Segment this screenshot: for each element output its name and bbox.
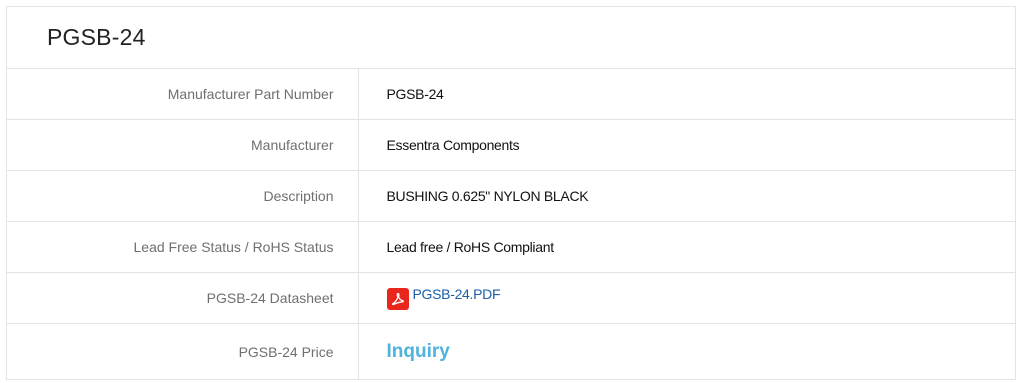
page-title: PGSB-24 (7, 7, 1015, 69)
table-row: Lead Free Status / RoHS Status Lead free… (7, 221, 1015, 273)
row-label: Description (7, 170, 359, 222)
datasheet-cell: PGSB-24.PDF (358, 272, 1015, 324)
table-row: Description BUSHING 0.625" NYLON BLACK (7, 170, 1015, 222)
datasheet-link-group[interactable]: PGSB-24.PDF (386, 283, 501, 310)
inquiry-link[interactable]: Inquiry (387, 341, 450, 362)
row-label: Manufacturer (7, 119, 359, 171)
table-row: Manufacturer Essentra Components (7, 119, 1015, 171)
row-label: Lead Free Status / RoHS Status (7, 221, 359, 273)
table-row: PGSB-24 Price Inquiry (7, 323, 1015, 381)
row-label: PGSB-24 Price (7, 323, 359, 380)
pdf-icon[interactable] (386, 288, 409, 310)
table-row: PGSB-24 Datasheet PGSB-24.PDF (7, 272, 1015, 324)
table-row: Manufacturer Part Number PGSB-24 (7, 69, 1015, 120)
row-label: PGSB-24 Datasheet (7, 272, 359, 324)
row-label: Manufacturer Part Number (7, 69, 359, 120)
row-value: Lead free / RoHS Compliant (358, 221, 1015, 273)
row-value: BUSHING 0.625" NYLON BLACK (358, 170, 1015, 222)
price-cell: Inquiry (358, 324, 1015, 381)
row-value: PGSB-24 (358, 69, 1015, 120)
spec-table: Manufacturer Part Number PGSB-24 Manufac… (7, 69, 1015, 380)
row-value: Essentra Components (358, 119, 1015, 171)
product-spec-panel: PGSB-24 Manufacturer Part Number PGSB-24… (6, 6, 1016, 380)
datasheet-link[interactable]: PGSB-24.PDF (413, 286, 501, 302)
